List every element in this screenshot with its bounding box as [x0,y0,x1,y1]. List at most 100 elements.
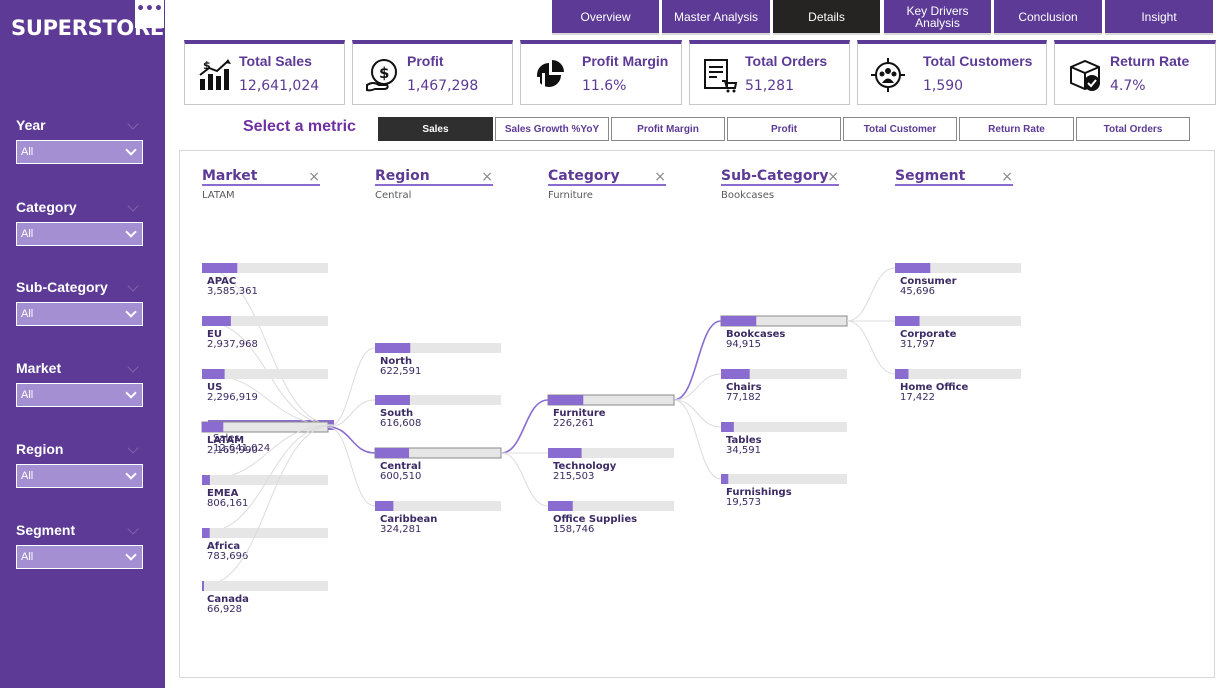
tree-node-bar[interactable] [895,316,920,326]
kpi-title: Profit Margin [582,53,669,69]
close-icon[interactable]: × [1001,169,1013,185]
filter-label: Sub-Category [16,279,108,295]
kpi-total-orders: Total Orders 51,281 [689,40,850,105]
filter-sub-category: Sub-Category All [16,279,144,326]
tree-node-bar[interactable] [548,395,584,405]
svg-text:$: $ [379,64,389,82]
tree-node-value: 31,797 [900,339,935,350]
filter-label: Year [16,117,46,133]
filter-market: Market All [16,360,144,407]
market-dropdown[interactable]: All [16,383,143,407]
tree-level-header: Segment [895,168,966,184]
kpi-value: 12,641,024 [239,78,320,94]
tree-node-value: 94,915 [726,339,761,350]
tree-level-selection: Bookcases [721,190,774,201]
tree-level-header: Market [202,168,258,184]
tree-node-bar[interactable] [721,316,757,326]
metric-total-orders[interactable]: Total Orders [1076,117,1190,141]
tree-node-bar[interactable] [895,369,909,379]
tree-node-bar[interactable] [548,448,582,458]
tree-node-bar[interactable] [202,528,210,538]
tree-node-track[interactable] [202,528,328,538]
tree-node-bar[interactable] [548,501,573,511]
return-box-icon [1070,59,1100,91]
kpi-value: 11.6% [582,78,627,94]
tree-node-bar[interactable] [375,395,410,405]
segment-dropdown[interactable]: All [16,545,143,569]
tree-node-value: 324,281 [380,524,421,535]
nav-insight[interactable]: Insight [1105,0,1213,35]
kpi-value: 1,467,298 [407,78,479,94]
more-options-icon[interactable]: ••• [135,0,164,28]
pie-chart-icon [537,60,564,89]
tree-node-value: 616,608 [380,418,421,429]
filter-label: Market [16,360,62,376]
decomposition-tree-svg: Sales12,641,024Market ×LATAMAPAC3,585,361… [201,168,1021,615]
tree-node-value: 17,422 [900,392,935,403]
close-icon[interactable]: × [308,169,320,185]
metric-sales-growth[interactable]: Sales Growth %YoY [495,117,609,141]
tree-node-value: 19,573 [726,497,761,508]
metric-return-rate[interactable]: Return Rate [959,117,1074,141]
tree-node-bar[interactable] [202,422,224,432]
nav-overview[interactable]: Overview [552,0,659,35]
order-list-icon [704,59,738,93]
tree-node-track[interactable] [895,369,1021,379]
tree-level-selection: Furniture [548,190,593,201]
tree-node-bar[interactable] [202,369,225,379]
region-dropdown[interactable]: All [16,464,143,488]
close-icon[interactable]: × [654,169,666,185]
tree-node-value: 226,261 [553,418,594,429]
tree-node-bar[interactable] [202,475,210,485]
sub-category-dropdown[interactable]: All [16,302,143,326]
sidebar: SUPERSTORE ••• Year All Category All Sub… [0,0,165,688]
tree-node-bar[interactable] [202,263,238,273]
tree-node-track[interactable] [721,474,847,484]
select-metric-label: Select a metric [243,118,356,135]
tree-connector [846,267,896,322]
chevron-down-icon [125,549,137,561]
kpi-return-rate: Return Rate 4.7% [1054,40,1216,105]
tree-connector [327,347,376,428]
metric-profit-margin[interactable]: Profit Margin [611,117,725,141]
category-dropdown[interactable]: All [16,222,143,246]
nav-conclusion[interactable]: Conclusion [994,0,1102,35]
kpi-value: 4.7% [1110,78,1146,94]
kpi-total-sales: $ Total Sales 12,641,024 [184,40,345,105]
tree-node-value: 2,163,990 [207,445,258,456]
tree-node-track[interactable] [375,501,501,511]
dropdown-value: All [21,551,34,563]
tree-node-value: 2,296,919 [207,392,258,403]
nav-key-drivers-analysis[interactable]: Key Drivers Analysis [884,0,991,35]
tree-node-bar[interactable] [375,448,410,458]
metric-sales[interactable]: Sales [378,117,493,141]
tree-node-value: 215,503 [553,471,594,482]
nav-master-analysis[interactable]: Master Analysis [662,0,770,35]
tree-node-track[interactable] [721,422,847,432]
tree-node-bar[interactable] [375,501,394,511]
tree-node-bar[interactable] [202,316,231,326]
tree-node-bar[interactable] [721,369,750,379]
tree-node-bar[interactable] [202,581,204,591]
nav-details[interactable]: Details [773,0,880,35]
metric-profit[interactable]: Profit [727,117,841,141]
sales-chart-icon: $ [199,59,231,90]
metric-total-customer[interactable]: Total Customer [843,117,957,141]
tree-node-value: 158,746 [553,524,594,535]
tree-node-bar[interactable] [721,474,729,484]
dropdown-value: All [21,308,34,320]
tree-node-track[interactable] [202,581,328,591]
tree-level-selection: Central [375,190,411,201]
tree-node-bar[interactable] [375,343,411,353]
close-icon[interactable]: × [827,169,839,185]
chevron-down-icon [125,306,137,318]
tree-level-header: Category [548,168,620,184]
year-dropdown[interactable]: All [16,140,143,164]
kpi-profit: $ Profit 1,467,298 [352,40,513,105]
close-icon[interactable]: × [481,169,493,185]
tree-node-bar[interactable] [721,422,734,432]
customers-group-icon [871,58,905,92]
tree-node-bar[interactable] [895,263,931,273]
tree-node-value: 783,696 [207,551,248,562]
tree-connector [846,320,896,375]
